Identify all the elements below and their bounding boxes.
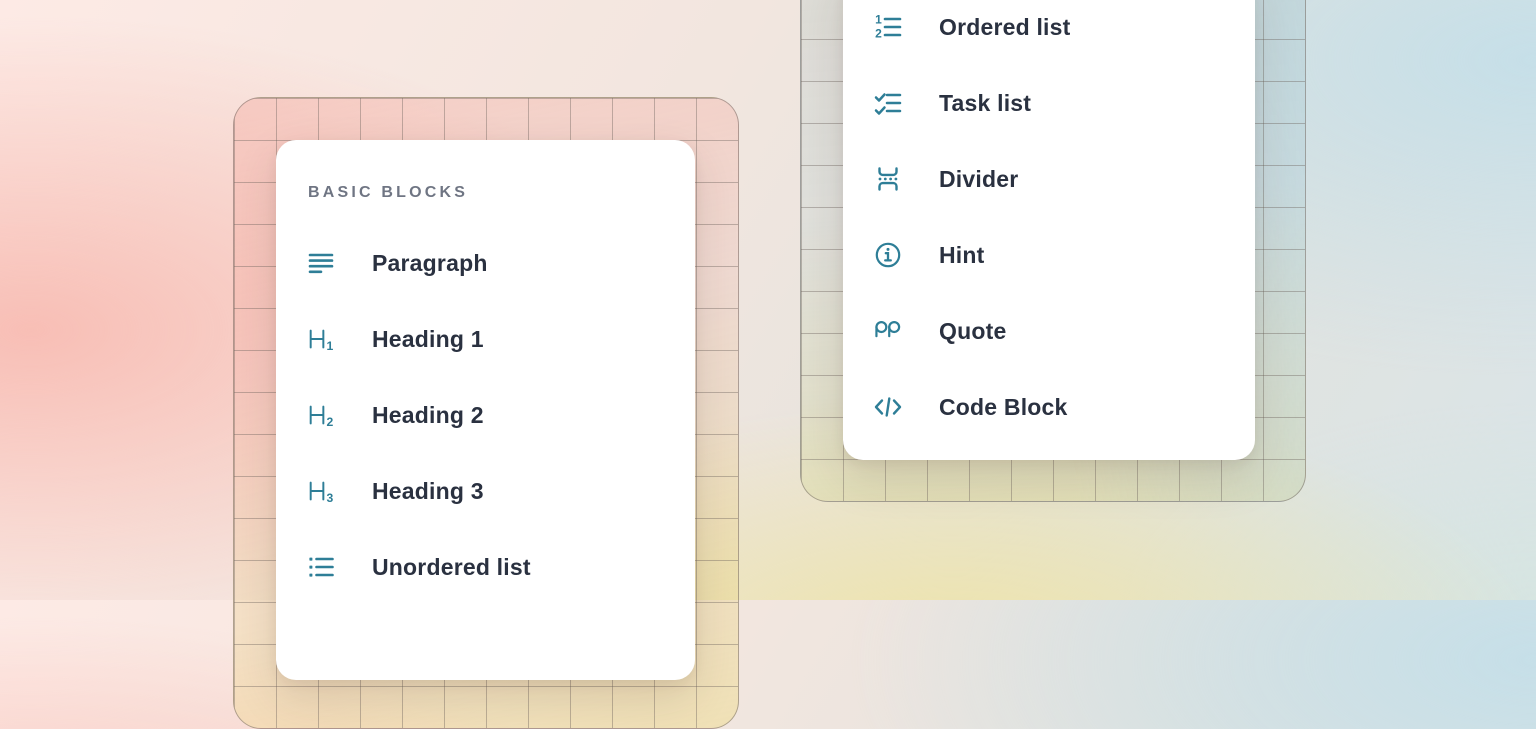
menu-item-quote[interactable]: Quote (843, 293, 1255, 369)
divider-icon (873, 164, 903, 194)
menu-item-heading-1[interactable]: 1 Heading 1 (276, 301, 695, 377)
menu-item-hint[interactable]: Hint (843, 217, 1255, 293)
blocks-list-continued: 12 Ordered list Task list Divider Hint Quote C… (843, 0, 1255, 445)
menu-item-label: Ordered list (939, 14, 1071, 41)
svg-text:2: 2 (875, 27, 882, 41)
hint-icon (873, 240, 903, 270)
heading-1-icon: 1 (306, 324, 336, 354)
paragraph-icon (306, 248, 336, 278)
menu-item-heading-2[interactable]: 2 Heading 2 (276, 377, 695, 453)
task-list-icon (873, 88, 903, 118)
svg-text:2: 2 (327, 415, 334, 429)
unordered-list-icon (306, 552, 336, 582)
menu-item-label: Unordered list (372, 554, 531, 581)
blocks-menu-continued: 12 Ordered list Task list Divider Hint Quote C… (843, 0, 1255, 460)
heading-2-icon: 2 (306, 400, 336, 430)
menu-item-label: Hint (939, 242, 985, 269)
menu-item-label: Heading 2 (372, 402, 484, 429)
basic-blocks-menu: BASIC BLOCKS Paragraph 1 Heading 1 2 Heading… (276, 140, 695, 680)
menu-item-paragraph[interactable]: Paragraph (276, 225, 695, 301)
section-label-basic-blocks: BASIC BLOCKS (276, 140, 695, 202)
menu-item-label: Code Block (939, 394, 1068, 421)
menu-item-label: Heading 1 (372, 326, 484, 353)
menu-item-ordered-list[interactable]: 12 Ordered list (843, 0, 1255, 65)
menu-item-heading-3[interactable]: 3 Heading 3 (276, 453, 695, 529)
svg-text:1: 1 (327, 339, 334, 353)
menu-item-label: Task list (939, 90, 1031, 117)
ordered-list-icon: 12 (873, 12, 903, 42)
menu-item-label: Divider (939, 166, 1018, 193)
heading-3-icon: 3 (306, 476, 336, 506)
menu-item-unordered-list[interactable]: Unordered list (276, 529, 695, 605)
menu-item-code-block[interactable]: Code Block (843, 369, 1255, 445)
menu-item-label: Heading 3 (372, 478, 484, 505)
menu-item-task-list[interactable]: Task list (843, 65, 1255, 141)
basic-blocks-list: Paragraph 1 Heading 1 2 Heading 2 3 Heading 3 U… (276, 225, 695, 605)
svg-text:1: 1 (875, 13, 882, 27)
quote-icon (873, 316, 903, 346)
menu-item-label: Paragraph (372, 250, 488, 277)
code-block-icon (873, 392, 903, 422)
menu-item-divider[interactable]: Divider (843, 141, 1255, 217)
menu-item-label: Quote (939, 318, 1006, 345)
svg-text:3: 3 (327, 491, 334, 505)
